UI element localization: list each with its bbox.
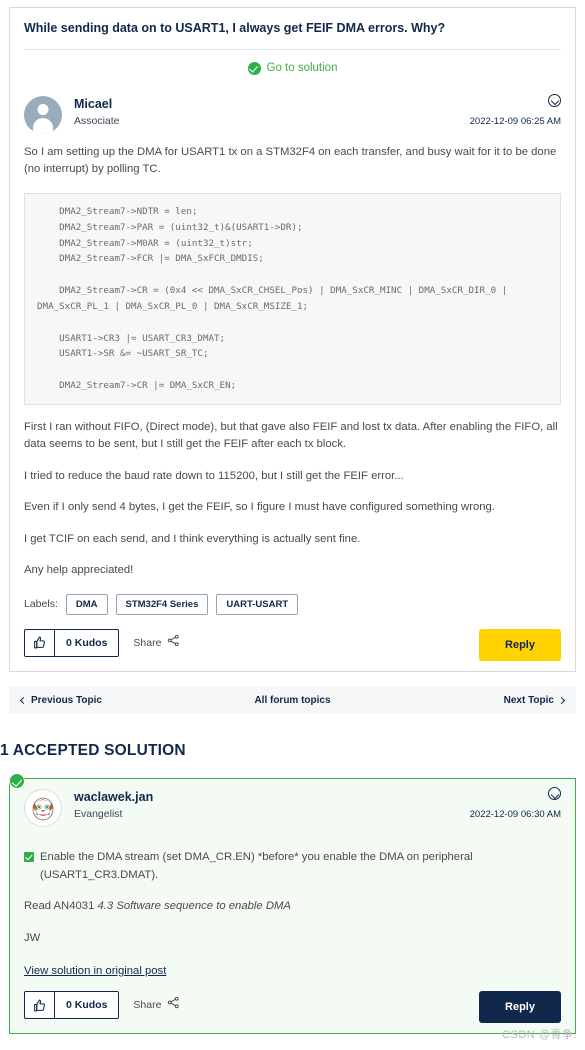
- go-to-solution-link[interactable]: Go to solution: [247, 61, 338, 75]
- all-forum-topics-link[interactable]: All forum topics: [254, 695, 330, 706]
- view-solution-in-original-post-link[interactable]: View solution in original post: [24, 965, 166, 977]
- solution-line-1-text: Enable the DMA stream (set DMA_CR.EN) *b…: [40, 851, 473, 881]
- go-to-solution-row: Go to solution: [10, 50, 575, 90]
- solution-post-date: 2022-12-09 06:30 AM: [469, 809, 561, 820]
- kudos-count[interactable]: 0 Kudos: [55, 992, 118, 1018]
- solution-author-name[interactable]: waclawek.jan: [74, 790, 153, 805]
- avatar-head: [37, 103, 49, 115]
- avatar-body: [33, 117, 53, 134]
- post-action-bar: 0 Kudos Share Reply: [10, 628, 575, 671]
- share-nodes-icon[interactable]: [167, 634, 180, 652]
- share-label[interactable]: Share: [133, 999, 161, 1011]
- solution-line-2: Read AN4031 4.3 Software sequence to ena…: [24, 898, 561, 916]
- labels-row: Labels: DMA STM32F4 Series UART-USART: [10, 593, 575, 615]
- solution-body: Enable the DMA stream (set DMA_CR.EN) *b…: [10, 827, 575, 991]
- chevron-down-circle-icon[interactable]: [548, 787, 561, 800]
- cartoon-face-avatar[interactable]: [24, 789, 62, 827]
- post-meta: 2022-12-09 06:25 AM: [469, 93, 561, 127]
- share-label[interactable]: Share: [133, 637, 161, 649]
- solution-post-header: waclawek.jan Evangelist 2022-12-09 06:30…: [10, 779, 575, 827]
- reply-button[interactable]: Reply: [479, 628, 561, 661]
- label-chip-dma[interactable]: DMA: [65, 593, 108, 615]
- thumbs-up-icon[interactable]: [25, 629, 55, 656]
- post-paragraph-1: First I ran without FIFO, (Direct mode),…: [24, 420, 558, 451]
- accepted-solution-card: waclawek.jan Evangelist 2022-12-09 06:30…: [9, 778, 576, 1034]
- solution-line-1: Enable the DMA stream (set DMA_CR.EN) *b…: [24, 849, 561, 884]
- solution-line-3: JW: [24, 931, 41, 944]
- thumbs-up-icon[interactable]: [25, 992, 55, 1018]
- previous-topic-link[interactable]: Previous Topic: [19, 694, 102, 706]
- label-chip-stm32f4-series[interactable]: STM32F4 Series: [115, 593, 209, 615]
- share-group[interactable]: Share: [133, 996, 180, 1014]
- user-silhouette-avatar[interactable]: [24, 95, 62, 134]
- post-body: So I am setting up the DMA for USART1 tx…: [10, 134, 575, 580]
- solution-line-2-italic: 4.3 Software sequence to enable DMA: [97, 900, 291, 912]
- post-intro-paragraph: So I am setting up the DMA for USART1 tx…: [24, 145, 557, 176]
- accepted-solution-heading: 1 ACCEPTED SOLUTION: [0, 742, 186, 759]
- chevron-left-icon: [19, 696, 28, 704]
- page-title: While sending data on to USART1, I alway…: [24, 21, 446, 35]
- kudos-group[interactable]: 0 Kudos: [24, 628, 120, 657]
- previous-topic-label: Previous Topic: [31, 694, 102, 706]
- post-paragraph-3: Even if I only send 4 bytes, I get the F…: [24, 501, 495, 514]
- solution-author-block: waclawek.jan Evangelist: [74, 789, 153, 820]
- check-circle-icon: [247, 61, 261, 75]
- author-rank: Associate: [74, 114, 120, 127]
- solution-post-meta: 2022-12-09 06:30 AM: [470, 787, 561, 820]
- solution-action-bar: 0 Kudos Share Reply: [10, 991, 575, 1033]
- share-group[interactable]: Share: [133, 634, 180, 652]
- green-check-box-icon: [24, 852, 34, 862]
- author-block: Micael Associate: [74, 96, 120, 127]
- topic-navigation-bar: Previous Topic All forum topics Next Top…: [9, 687, 576, 713]
- accepted-solution-check-icon: [9, 773, 25, 789]
- reply-button[interactable]: Reply: [479, 991, 561, 1023]
- post-header: Micael Associate 2022-12-09 06:25 AM: [10, 90, 575, 134]
- post-paragraph-5: Any help appreciated!: [24, 564, 134, 577]
- next-topic-link[interactable]: Next Topic: [503, 694, 566, 706]
- kudos-count[interactable]: 0 Kudos: [55, 630, 118, 656]
- solution-line-2-prefix: Read AN4031: [24, 900, 98, 912]
- chevron-right-icon: [557, 696, 566, 704]
- go-to-solution-label: Go to solution: [266, 62, 338, 75]
- kudos-group[interactable]: 0 Kudos: [24, 991, 120, 1019]
- chevron-down-circle-icon[interactable]: [548, 93, 561, 107]
- post-paragraph-2: I tried to reduce the baud rate down to …: [24, 469, 404, 482]
- author-name[interactable]: Micael: [74, 97, 120, 112]
- code-block: DMA2_Stream7->NDTR = len; DMA2_Stream7->…: [24, 192, 561, 405]
- labels-caption: Labels:: [24, 598, 58, 611]
- post-paragraph-4: I get TCIF on each send, and I think eve…: [24, 532, 361, 545]
- next-topic-label: Next Topic: [503, 694, 554, 706]
- label-chip-uart-usart[interactable]: UART-USART: [216, 593, 299, 615]
- topic-card: While sending data on to USART1, I alway…: [9, 7, 576, 672]
- post-date: 2022-12-09 06:25 AM: [469, 115, 561, 127]
- solution-author-rank: Evangelist: [74, 808, 123, 820]
- share-nodes-icon[interactable]: [167, 996, 180, 1014]
